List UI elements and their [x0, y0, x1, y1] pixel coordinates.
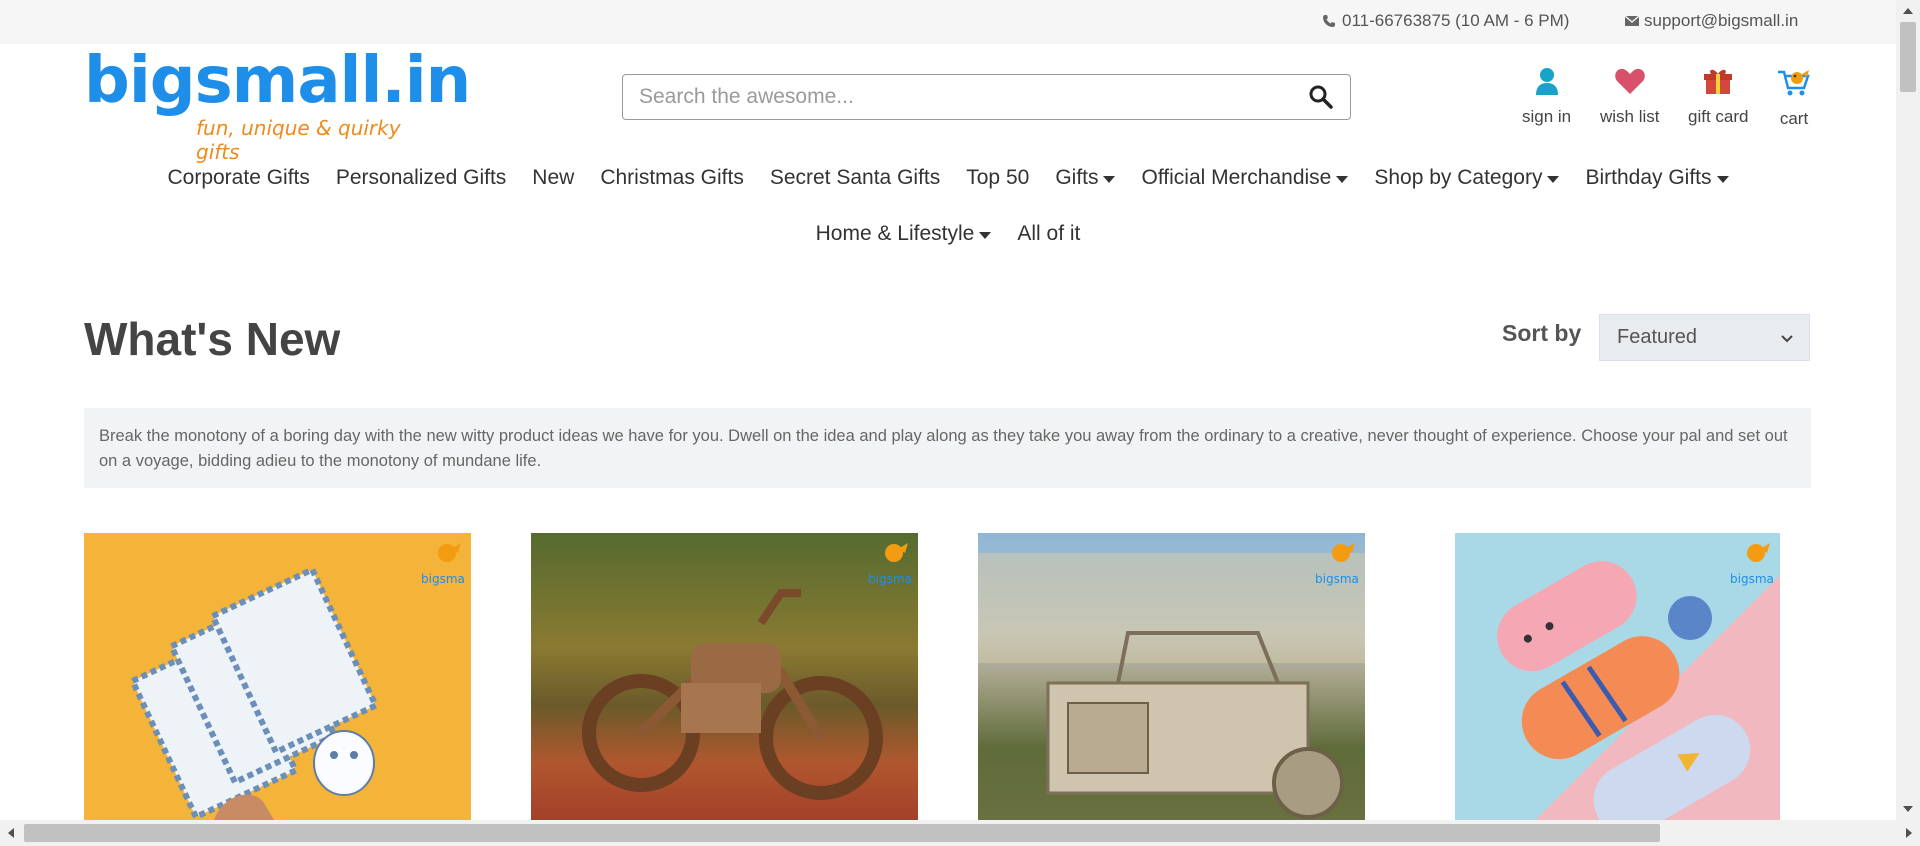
product-grid: bigsmall bigsmall bigsmall	[0, 533, 1896, 820]
nav-label: Secret Santa Gifts	[769, 166, 941, 189]
nav-row-1: Corporate Gifts Personalized Gifts New C…	[0, 150, 1896, 206]
owl-post-cards-image	[128, 565, 380, 820]
nav-label: Christmas Gifts	[600, 166, 744, 189]
cart-label: cart	[1779, 109, 1809, 128]
nav-corporate-gifts[interactable]: Corporate Gifts	[167, 166, 309, 190]
scroll-up-arrow-icon[interactable]	[1903, 8, 1913, 14]
nav-label: All of it	[1017, 222, 1081, 245]
scroll-left-arrow-icon[interactable]	[8, 828, 14, 838]
envelope-icon	[1624, 14, 1640, 28]
nav-gifts[interactable]: Gifts	[1055, 166, 1116, 190]
scroll-right-arrow-icon[interactable]	[1906, 828, 1912, 838]
wooden-motorcycle-model-image	[582, 589, 883, 800]
sign-in-link[interactable]: sign in	[1522, 66, 1571, 127]
nav-label: Official Merchandise	[1141, 166, 1332, 189]
wish-list-link[interactable]: wish list	[1600, 66, 1660, 127]
nav-label: New	[532, 166, 575, 189]
nav-home-lifestyle[interactable]: Home & Lifestyle	[816, 222, 992, 246]
main-navigation: Corporate Gifts Personalized Gifts New C…	[0, 150, 1896, 262]
nav-shop-by-category[interactable]: Shop by Category	[1374, 166, 1560, 190]
nav-label: Personalized Gifts	[335, 166, 507, 189]
nav-row-2: Home & Lifestyle All of it	[0, 206, 1896, 262]
nav-label: Top 50	[966, 166, 1030, 189]
nav-new[interactable]: New	[532, 166, 574, 190]
site-header: bigsmall.in fun, unique & quirky gifts s…	[0, 44, 1896, 164]
product-card-owl-post[interactable]: bigsmall	[84, 533, 471, 820]
nav-birthday-gifts[interactable]: Birthday Gifts	[1585, 166, 1729, 190]
bigsmall-badge-icon: bigsmall	[866, 539, 918, 591]
product-card-plush-pencil-cases[interactable]: bigsmall	[1455, 533, 1780, 820]
caret-down-icon	[1103, 175, 1116, 183]
nav-all-of-it[interactable]: All of it	[1017, 222, 1080, 246]
wooden-vintage-car-model-image	[978, 553, 1365, 819]
site-logo[interactable]: bigsmall.in fun, unique & quirky gifts	[84, 44, 471, 164]
horizontal-scroll-thumb[interactable]	[24, 824, 1660, 842]
svg-text:bigsmall: bigsmall	[1730, 572, 1774, 586]
email-address: support@bigsmall.in	[1644, 11, 1799, 30]
caret-down-icon	[1336, 175, 1349, 183]
chevron-down-icon	[1779, 329, 1795, 345]
sort-label: Sort by	[1502, 320, 1582, 346]
svg-text:bigsmall: bigsmall	[868, 572, 912, 586]
nav-personalized-gifts[interactable]: Personalized Gifts	[336, 166, 506, 190]
gift-card-link[interactable]: gift card	[1688, 66, 1748, 127]
search-input[interactable]	[623, 75, 1283, 119]
logo-wordmark: bigsmall.in	[84, 44, 471, 118]
user-icon	[1534, 66, 1560, 101]
product-card-wooden-vintage-car[interactable]: bigsmall	[978, 533, 1365, 820]
collection-description: Break the monotony of a boring day with …	[84, 408, 1811, 488]
bigsmall-badge-icon: bigsmall	[1313, 539, 1365, 591]
nav-christmas-gifts[interactable]: Christmas Gifts	[600, 166, 744, 190]
sort-selected-value: Featured	[1617, 326, 1698, 348]
product-card-wooden-motorcycle[interactable]: bigsmall	[531, 533, 918, 820]
caret-down-icon	[1716, 175, 1729, 183]
nav-label: Gifts	[1055, 166, 1099, 189]
nav-label: Birthday Gifts	[1585, 166, 1712, 189]
phone-icon	[1322, 14, 1336, 28]
cart-link[interactable]: cart	[1776, 66, 1812, 129]
search-icon[interactable]	[1308, 84, 1334, 110]
svg-text:bigsmall: bigsmall	[421, 572, 465, 586]
nav-top-50[interactable]: Top 50	[966, 166, 1029, 190]
bigsmall-badge-icon: bigsmall	[419, 539, 471, 591]
cart-icon	[1776, 66, 1812, 103]
phone-number: 011-66763875 (10 AM - 6 PM)	[1342, 11, 1570, 30]
heart-icon	[1614, 66, 1646, 101]
vertical-scroll-thumb[interactable]	[1900, 22, 1916, 92]
nav-official-merchandise[interactable]: Official Merchandise	[1141, 166, 1349, 190]
scroll-down-arrow-icon[interactable]	[1903, 806, 1913, 812]
gift-icon	[1703, 66, 1733, 101]
wish-list-label: wish list	[1600, 107, 1660, 126]
caret-down-icon	[979, 231, 992, 239]
vertical-scrollbar[interactable]	[1896, 0, 1920, 820]
caret-down-icon	[1547, 175, 1560, 183]
email-contact[interactable]: support@bigsmall.in	[1624, 11, 1798, 31]
sign-in-label: sign in	[1522, 107, 1572, 126]
nav-secret-santa-gifts[interactable]: Secret Santa Gifts	[770, 166, 940, 190]
top-contact-bar: 011-66763875 (10 AM - 6 PM) support@bigs…	[0, 0, 1896, 44]
nav-label: Shop by Category	[1374, 166, 1543, 189]
gift-card-label: gift card	[1688, 107, 1749, 126]
page-title: What's New	[84, 313, 341, 365]
horizontal-scrollbar[interactable]	[0, 820, 1920, 846]
phone-contact[interactable]: 011-66763875 (10 AM - 6 PM)	[1322, 11, 1569, 31]
sort-select[interactable]: Featured	[1599, 314, 1810, 361]
search-bar	[622, 74, 1351, 120]
bigsmall-badge-icon: bigsmall	[1728, 539, 1780, 591]
svg-text:bigsmall: bigsmall	[1315, 572, 1359, 586]
nav-label: Home & Lifestyle	[815, 222, 975, 245]
nav-label: Corporate Gifts	[167, 166, 310, 189]
